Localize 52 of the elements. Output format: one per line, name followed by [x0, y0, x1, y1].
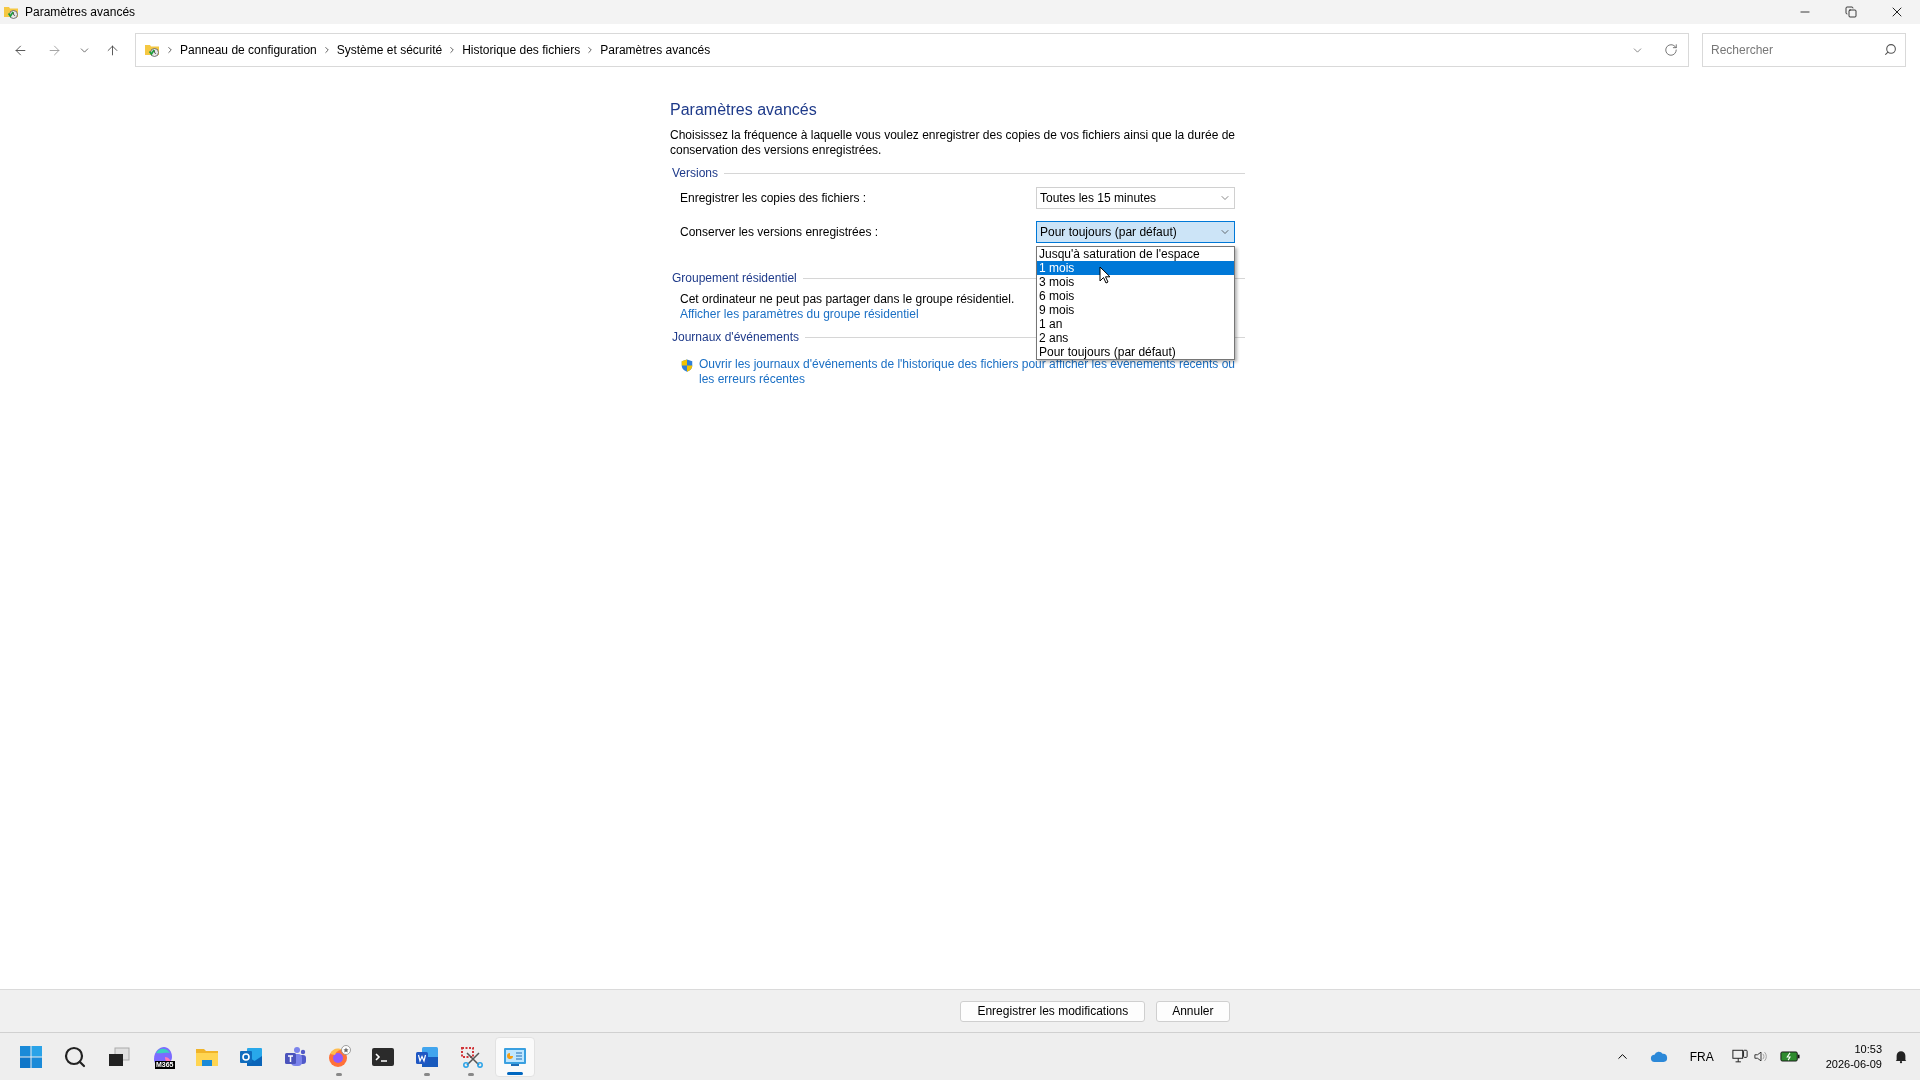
homegroup-link[interactable]: Afficher les paramètres du groupe résidentiel — [680, 307, 919, 322]
breadcrumb-link[interactable]: Système et sécurité — [336, 41, 443, 59]
battery-icon[interactable] — [1779, 1051, 1800, 1062]
page-title: Paramètres avancés — [670, 100, 818, 120]
windows-logo-icon — [19, 1044, 43, 1069]
section-heading: Versions — [672, 165, 719, 182]
clock-date[interactable]: 2026-06-09 — [1825, 1056, 1882, 1072]
chevron-icon — [165, 45, 175, 55]
address-bar[interactable]: Panneau de configuration Système et sécurité Historique des fichiers Paramètres avancés — [135, 33, 1689, 67]
window-title: Paramètres avancés — [25, 4, 136, 21]
document-app-icon — [415, 1044, 439, 1069]
browser-icon — [327, 1044, 351, 1069]
dropdown[interactable]: Toutes les 15 minutes — [1036, 187, 1235, 209]
refresh-icon[interactable] — [1664, 43, 1678, 57]
dropdown-option[interactable]: 1 an — [1037, 317, 1234, 331]
restore-icon — [1845, 6, 1857, 18]
breadcrumb-link[interactable]: Historique des fichiers — [462, 41, 581, 59]
shield-icon — [680, 358, 694, 373]
dropdown-option[interactable]: 1 mois — [1037, 261, 1234, 275]
dropdown-option[interactable]: Pour toujours (par défaut) — [1037, 345, 1234, 359]
dropdown-option[interactable]: 9 mois — [1037, 303, 1234, 317]
dropdown-option[interactable]: 2 ans — [1037, 331, 1234, 345]
save-button[interactable]: Enregistrer les modifications — [960, 1000, 1146, 1022]
arrow-right-icon — [46, 42, 62, 58]
description: Choisissez la fréquence à laquelle vous voulez enregistrer des copies de vos fichiers ainsi que la durée de conservation des versions enregistrées. — [670, 128, 1236, 158]
breadcrumb-link[interactable]: Panneau de configuration — [180, 41, 317, 59]
scissors-icon — [459, 1044, 483, 1069]
mouse-cursor-icon — [1099, 266, 1111, 284]
location-icon — [144, 42, 160, 58]
speaker-icon[interactable] — [1753, 1050, 1768, 1063]
dropdown-option[interactable]: 6 mois — [1037, 289, 1234, 303]
field-label: Conserver les versions enregistrées : — [680, 224, 880, 241]
dropdown-option[interactable]: Jusqu'à saturation de l'espace — [1037, 247, 1234, 261]
breadcrumb-link[interactable]: Paramètres avancés — [600, 41, 711, 59]
app-icon — [3, 4, 19, 20]
search-icon — [1884, 43, 1897, 56]
clock-time[interactable]: 10:53 — [1854, 1041, 1882, 1057]
dropdown-option[interactable]: 3 mois — [1037, 275, 1234, 289]
section-heading: Groupement résidentiel — [672, 270, 797, 287]
network-icon[interactable] — [1731, 1049, 1748, 1064]
language-indicator[interactable]: FRA — [1689, 1047, 1714, 1066]
info-text: Cet ordinateur ne peut pas partager dans le groupe résidentiel. — [680, 292, 1015, 307]
task-view-icon — [107, 1044, 131, 1069]
search-field[interactable]: Rechercher — [1702, 33, 1906, 67]
cancel-button[interactable]: Annuler — [1156, 1000, 1230, 1022]
section-heading: Journaux d'événements — [672, 329, 800, 346]
notification-bell-icon[interactable] — [1894, 1049, 1908, 1064]
cloud-icon[interactable] — [1649, 1051, 1668, 1062]
people-app-icon — [283, 1044, 307, 1069]
field-label: Enregistrer les copies des fichiers : — [680, 190, 868, 207]
dropdown[interactable]: Pour toujours (par défaut) — [1036, 221, 1235, 243]
search-icon — [63, 1044, 87, 1069]
